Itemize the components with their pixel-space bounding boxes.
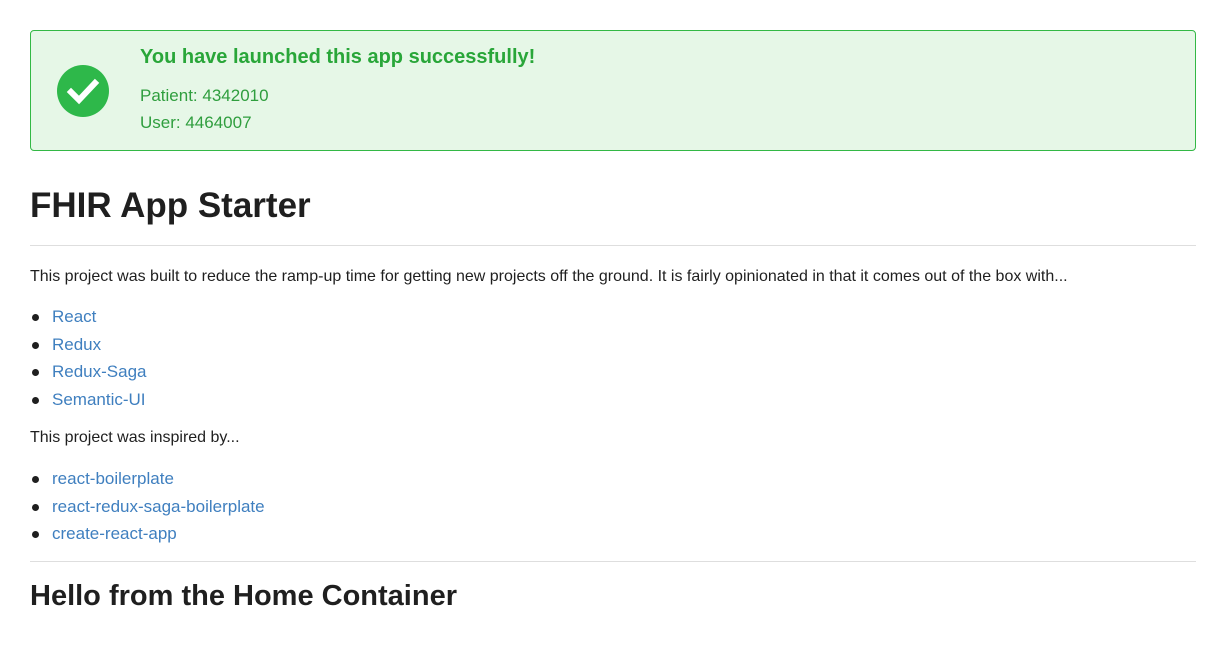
bullet-icon xyxy=(32,531,39,538)
inspired-paragraph: This project was inspired by... xyxy=(30,429,240,446)
link-redux-saga[interactable]: Redux-Saga xyxy=(52,362,147,381)
page-content: You have launched this app successfully!… xyxy=(30,30,1196,612)
home-container-heading: Hello from the Home Container xyxy=(30,580,457,612)
bullet-icon xyxy=(32,369,39,376)
list-item: Semantic-UI xyxy=(30,386,147,414)
section-divider xyxy=(30,561,1196,562)
bullet-icon xyxy=(32,314,39,321)
patient-id: Patient: 4342010 xyxy=(140,86,269,105)
bullet-icon xyxy=(32,341,39,349)
bullet-icon xyxy=(32,396,39,404)
success-message: You have launched this app successfully!… xyxy=(30,30,1196,151)
user-id: User: 4464007 xyxy=(140,113,252,132)
list-item: create-react-app xyxy=(30,520,265,548)
list-item: react-boilerplate xyxy=(30,465,265,493)
bullet-icon xyxy=(32,476,39,483)
intro-paragraph: This project was built to reduce the ram… xyxy=(30,268,1068,285)
list-item: react-redux-saga-boilerplate xyxy=(30,493,265,521)
success-message-body: You have launched this app successfully!… xyxy=(140,45,535,136)
link-react-boilerplate[interactable]: react-boilerplate xyxy=(52,469,174,488)
link-redux[interactable]: Redux xyxy=(52,335,101,354)
bullet-icon xyxy=(32,503,39,511)
checkmark-circle-icon xyxy=(57,65,109,117)
title-divider xyxy=(30,245,1196,246)
list-item: React xyxy=(30,303,147,331)
inspired-link-list: react-boilerplate react-redux-saga-boile… xyxy=(30,465,265,548)
stack-link-list: React Redux Redux-Saga Semantic-UI xyxy=(30,303,147,413)
list-item: Redux-Saga xyxy=(30,358,147,386)
link-react[interactable]: React xyxy=(52,307,96,326)
link-react-redux-saga-boilerplate[interactable]: react-redux-saga-boilerplate xyxy=(52,497,265,516)
link-create-react-app[interactable]: create-react-app xyxy=(52,524,177,543)
page-title: FHIR App Starter xyxy=(30,186,311,225)
link-semantic-ui[interactable]: Semantic-UI xyxy=(52,390,146,409)
success-message-header: You have launched this app successfully! xyxy=(140,46,536,68)
list-item: Redux xyxy=(30,331,147,359)
